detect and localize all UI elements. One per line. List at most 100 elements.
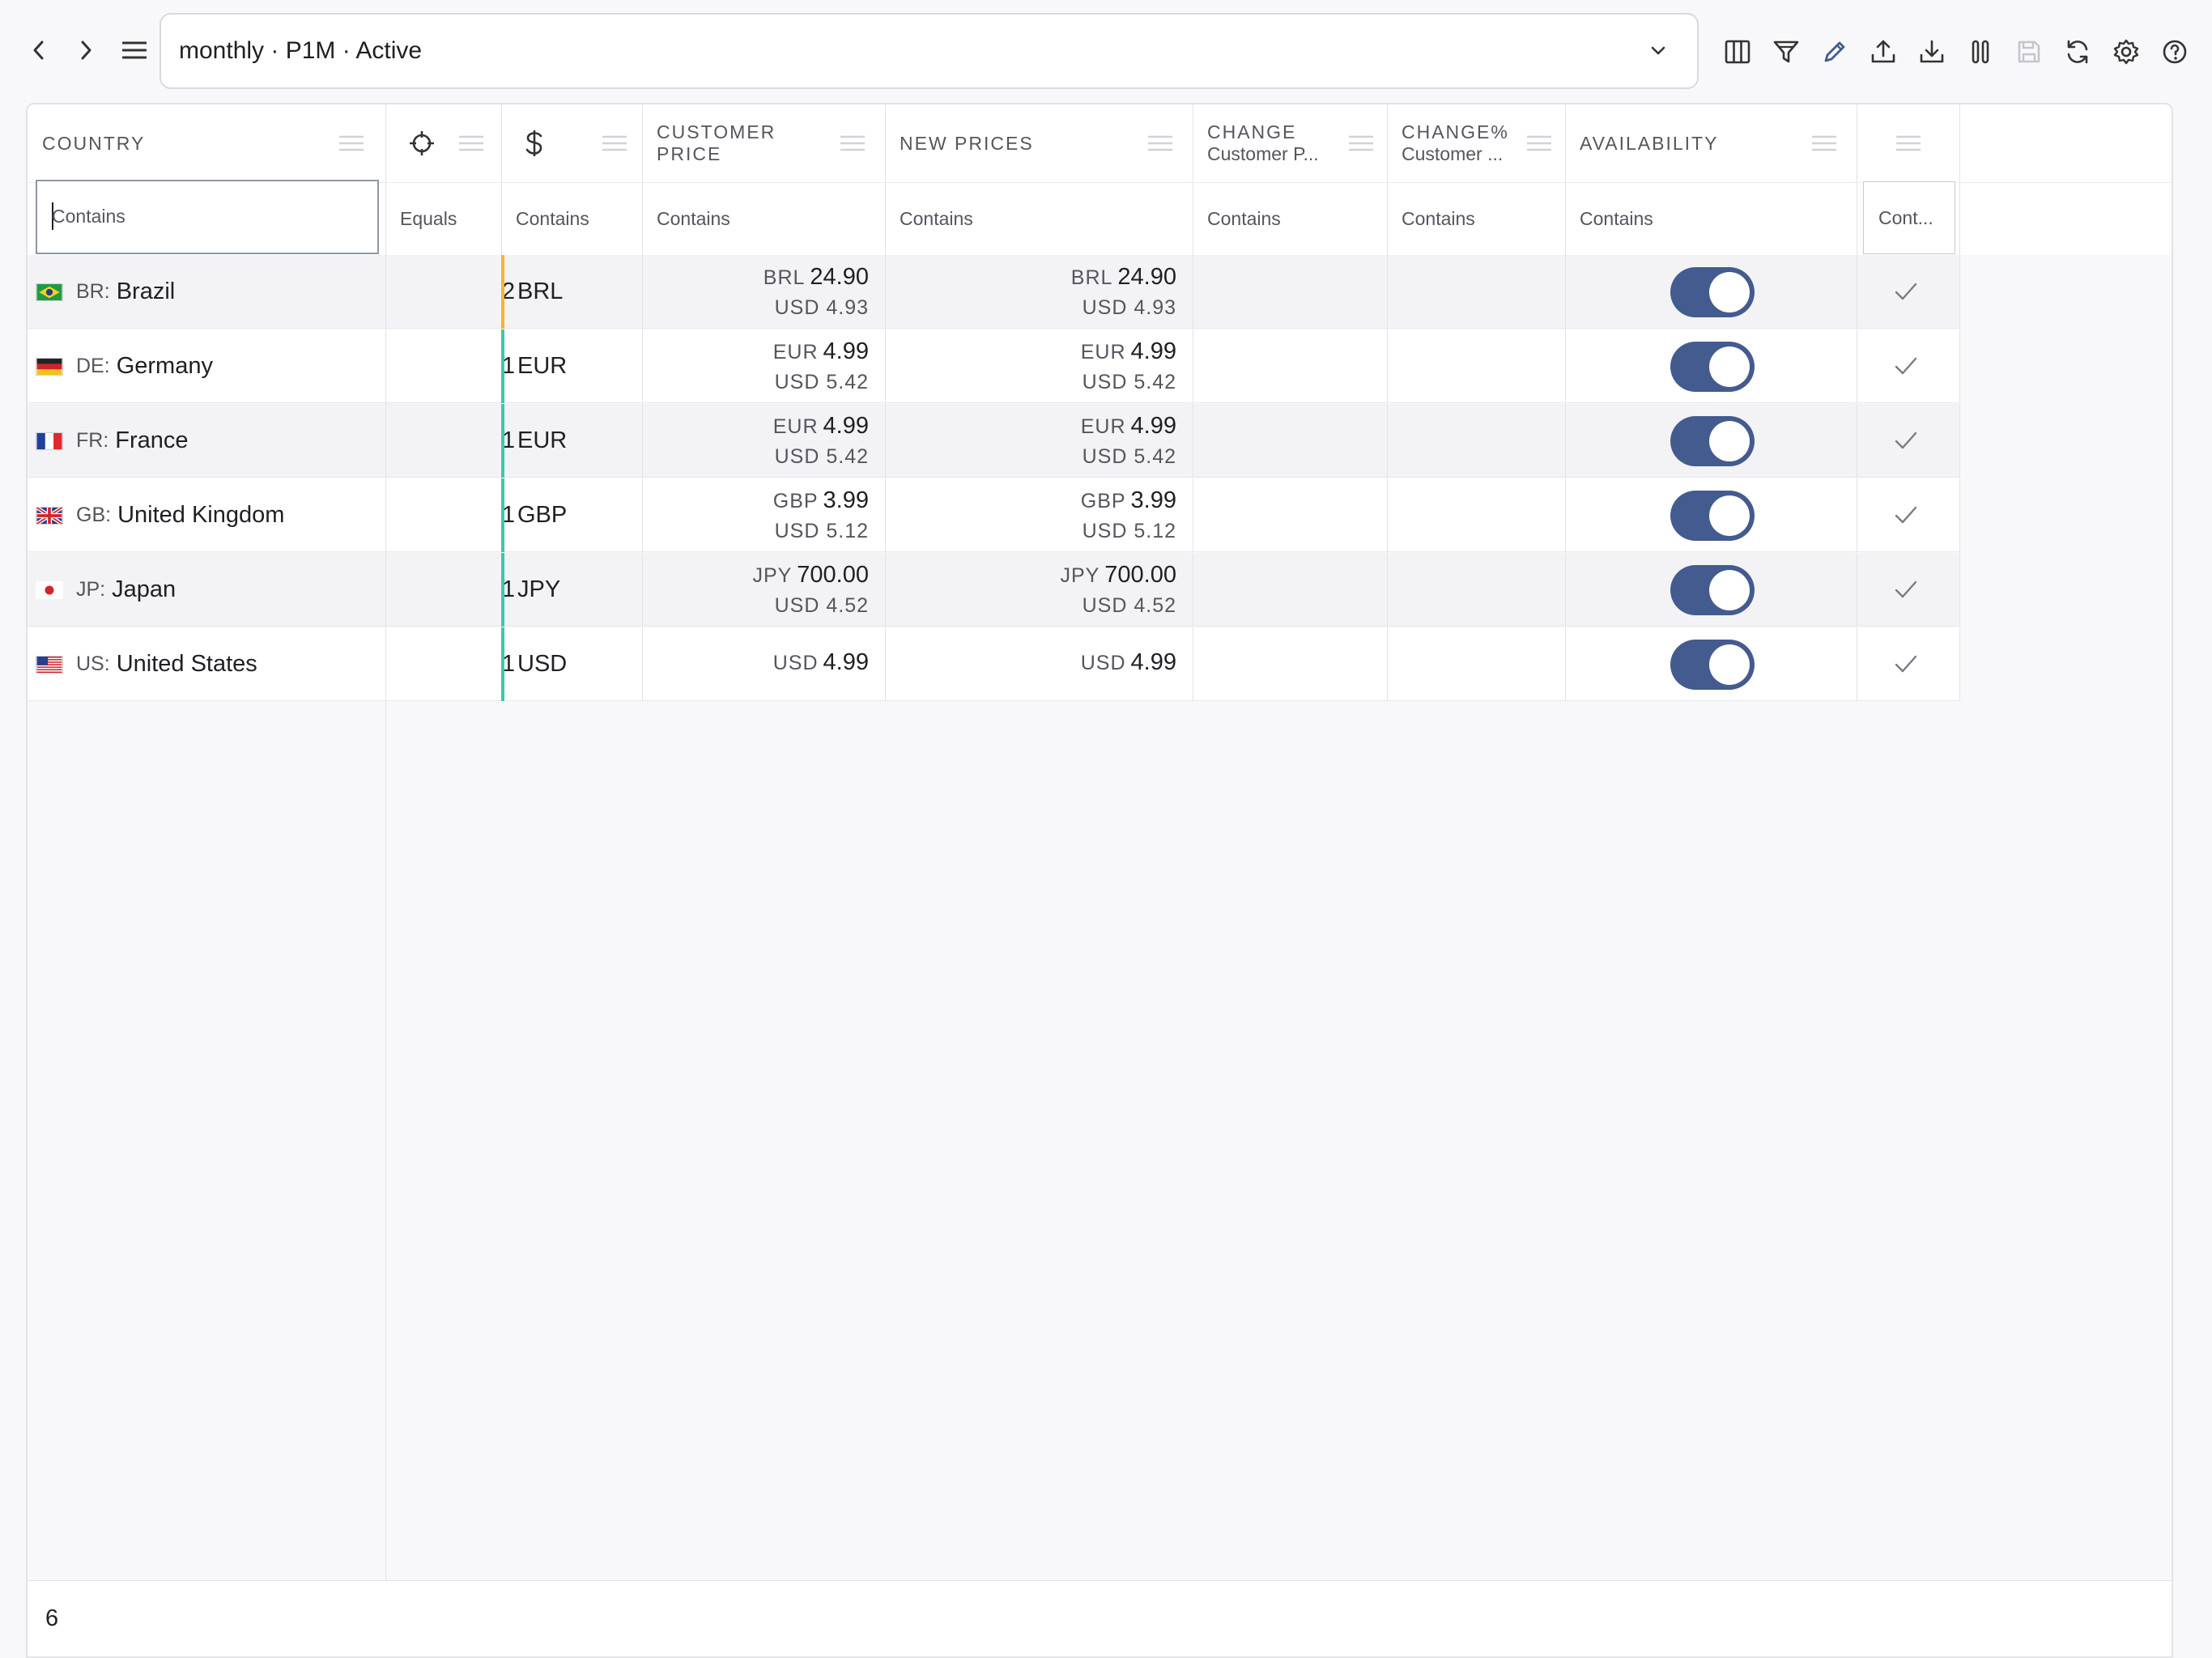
availability-toggle[interactable]	[1670, 267, 1755, 317]
table-row[interactable]: FR: France 1 EUR EUR 4.99 USD 5.42 EUR 4.9…	[28, 404, 1960, 478]
count-cell[interactable]: 2	[385, 255, 515, 329]
country-cell[interactable]: US: United States	[36, 627, 376, 701]
table-row[interactable]: GB: United Kingdom 1 GBP GBP 3.99 USD 5.1…	[28, 478, 1960, 552]
availability-toggle[interactable]	[1670, 342, 1755, 392]
new-price-currency: EUR	[1080, 341, 1126, 363]
new-price-cell[interactable]: USD 4.99	[885, 627, 1176, 701]
column-header-availability[interactable]: AVAILABILITY	[1565, 104, 1857, 182]
change-filter-placeholder: Contains	[1207, 208, 1281, 229]
currency-cell[interactable]: EUR	[517, 329, 647, 403]
gear-icon	[2113, 39, 2139, 65]
country-filter-input[interactable]: Contains	[36, 180, 379, 254]
table-row[interactable]: DE: Germany 1 EUR EUR 4.99 USD 5.42 EUR 4.…	[28, 329, 1960, 403]
new-prices-filter-input[interactable]: Contains	[885, 182, 1193, 255]
column-header-currency[interactable]	[501, 104, 642, 182]
customer-price-cell[interactable]: GBP 3.99 USD 5.12	[642, 478, 869, 552]
currency-filter-input[interactable]: Contains	[501, 182, 642, 255]
column-menu-icon[interactable]	[1147, 135, 1173, 151]
new-price-cell[interactable]: BRL 24.90 USD 4.93	[885, 255, 1176, 329]
availability-toggle[interactable]	[1670, 565, 1755, 615]
count-cell[interactable]: 1	[385, 478, 515, 552]
new-price-cell[interactable]: EUR 4.99 USD 5.42	[885, 404, 1176, 478]
table-row[interactable]: BR: Brazil 2 BRL BRL 24.90 USD 4.93 BRL 24…	[28, 255, 1960, 329]
customer-price-usd: USD 5.12	[774, 520, 869, 542]
change-pct-filter-placeholder: Contains	[1402, 208, 1475, 229]
column-menu-icon[interactable]	[602, 135, 627, 151]
new-price-usd: USD 4.93	[1082, 296, 1176, 319]
currency-cell[interactable]: EUR	[517, 404, 647, 478]
pause-button[interactable]	[1963, 34, 1998, 70]
column-menu-icon[interactable]	[1526, 135, 1552, 151]
settings-button[interactable]	[2108, 34, 2144, 70]
column-menu-icon[interactable]	[840, 135, 866, 151]
customer-price-cell[interactable]: EUR 4.99 USD 5.42	[642, 329, 869, 403]
country-cell[interactable]: BR: Brazil	[36, 255, 376, 329]
customer-price-cell[interactable]: JPY 700.00 USD 4.52	[642, 553, 869, 627]
availability-toggle[interactable]	[1670, 416, 1755, 466]
grid-footer: 6	[28, 1580, 2172, 1656]
count-filter-input[interactable]: Equals	[385, 182, 501, 255]
change-pct-filter-input[interactable]: Contains	[1387, 182, 1565, 255]
status-filter-input[interactable]: Cont...	[1863, 181, 1955, 254]
columns-icon	[1725, 40, 1750, 64]
column-menu-icon[interactable]	[1811, 135, 1837, 151]
currency-cell[interactable]: GBP	[517, 478, 647, 552]
currency-cell[interactable]: USD	[517, 627, 647, 701]
column-header-change-pct[interactable]: CHANGE% Customer ...	[1387, 104, 1565, 182]
table-row[interactable]: JP: Japan 1 JPY JPY 700.00 USD 4.52 JPY 70…	[28, 553, 1960, 627]
country-cell[interactable]: GB: United Kingdom	[36, 478, 376, 552]
country-cell[interactable]: JP: Japan	[36, 553, 376, 627]
column-header-customer-price[interactable]: CUSTOMER PRICE	[642, 104, 885, 182]
save-button[interactable]	[2011, 34, 2047, 70]
table-row[interactable]: US: United States 1 USD USD 4.99 USD 4.99	[28, 627, 1960, 701]
help-button[interactable]	[2157, 34, 2193, 70]
column-header-change[interactable]: CHANGE Customer P...	[1193, 104, 1387, 182]
menu-button[interactable]	[118, 34, 151, 66]
count-cell[interactable]: 1	[385, 329, 515, 403]
forward-button[interactable]	[70, 34, 102, 66]
availability-toggle[interactable]	[1670, 491, 1755, 541]
column-menu-icon[interactable]	[1895, 135, 1921, 151]
column-menu-icon[interactable]	[338, 135, 364, 151]
count-cell[interactable]: 1	[385, 404, 515, 478]
refresh-button[interactable]	[2060, 34, 2095, 70]
pricing-grid: COUNTRY CUSTOMER PRICE NEW PRICES CHANGE…	[26, 103, 2173, 1658]
download-button[interactable]	[1914, 34, 1950, 70]
column-menu-icon[interactable]	[1348, 135, 1374, 151]
back-button[interactable]	[23, 34, 55, 66]
count-cell[interactable]: 1	[385, 627, 515, 701]
country-code: DE:	[76, 355, 110, 377]
new-price-cell[interactable]: EUR 4.99 USD 5.42	[885, 329, 1176, 403]
column-header-country[interactable]: COUNTRY	[28, 104, 385, 182]
change-filter-input[interactable]: Contains	[1193, 182, 1387, 255]
country-cell[interactable]: DE: Germany	[36, 329, 376, 403]
country-code: US:	[76, 653, 110, 675]
customer-price-filter-input[interactable]: Contains	[642, 182, 885, 255]
columns-button[interactable]	[1720, 34, 1755, 70]
column-header-status[interactable]	[1857, 104, 1959, 182]
column-header-count[interactable]	[385, 104, 501, 182]
count-cell[interactable]: 1	[385, 553, 515, 627]
view-selector[interactable]: monthly · P1M · Active	[160, 13, 1699, 89]
currency-cell[interactable]: BRL	[517, 255, 647, 329]
availability-filter-input[interactable]: Contains	[1565, 182, 1857, 255]
customer-price-currency: USD	[772, 652, 819, 674]
upload-button[interactable]	[1865, 34, 1901, 70]
new-price-cell[interactable]: JPY 700.00 USD 4.52	[885, 553, 1176, 627]
status-filter-placeholder: Cont...	[1878, 207, 1933, 228]
column-menu-icon[interactable]	[458, 135, 484, 151]
new-price-cell[interactable]: GBP 3.99 USD 5.12	[885, 478, 1176, 552]
new-prices-filter-placeholder: Contains	[900, 208, 973, 229]
column-header-label: CHANGE Customer P...	[1207, 104, 1319, 182]
customer-price-cell[interactable]: USD 4.99	[642, 627, 869, 701]
filter-button[interactable]	[1768, 34, 1804, 70]
currency-cell[interactable]: JPY	[517, 553, 647, 627]
crosshair-icon	[410, 131, 434, 155]
availability-toggle[interactable]	[1670, 640, 1755, 690]
check-icon	[1895, 580, 1917, 598]
edit-button[interactable]	[1817, 34, 1853, 70]
country-cell[interactable]: FR: France	[36, 404, 376, 478]
customer-price-cell[interactable]: EUR 4.99 USD 5.42	[642, 404, 869, 478]
column-header-new-prices[interactable]: NEW PRICES	[885, 104, 1193, 182]
customer-price-cell[interactable]: BRL 24.90 USD 4.93	[642, 255, 869, 329]
